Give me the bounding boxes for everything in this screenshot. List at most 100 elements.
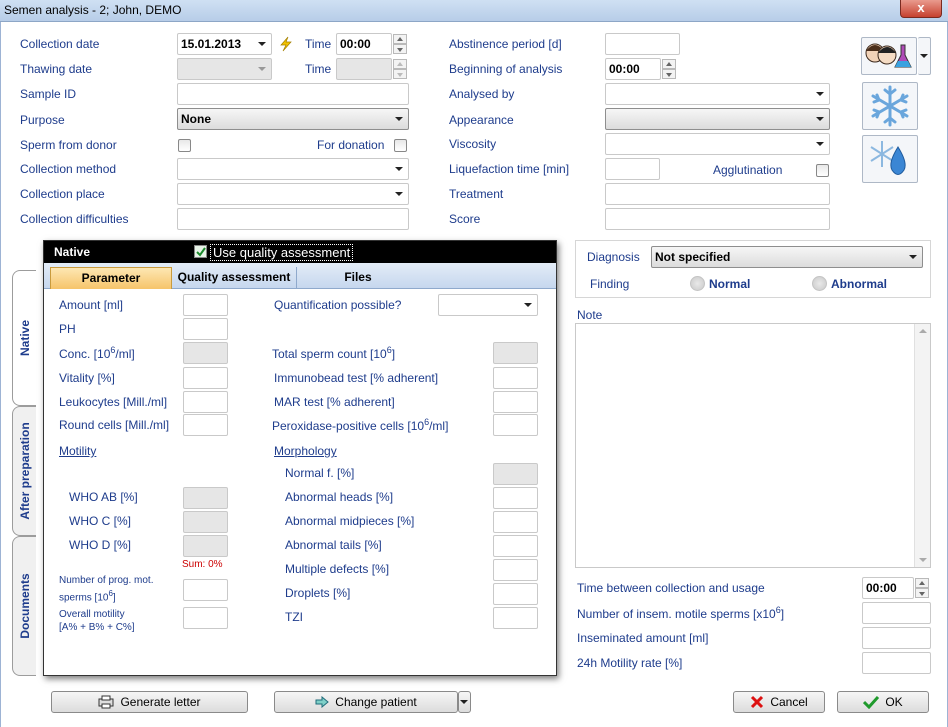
time-between-input[interactable]: 00:00 bbox=[862, 577, 914, 599]
tzi-input[interactable] bbox=[493, 607, 538, 629]
tab-native-label: Native bbox=[17, 319, 32, 357]
normal-forms-input[interactable] bbox=[493, 463, 538, 485]
collection-date-label: Collection date bbox=[20, 37, 100, 51]
amount-input[interactable] bbox=[183, 294, 228, 316]
sample-id-input[interactable] bbox=[177, 83, 409, 105]
cancel-button[interactable]: Cancel bbox=[733, 691, 825, 713]
liquefaction-label: Liquefaction time [min] bbox=[449, 162, 570, 176]
droplets-label: Droplets [%] bbox=[285, 586, 351, 600]
who-c-input[interactable] bbox=[183, 511, 228, 533]
who-ab-input[interactable] bbox=[183, 487, 228, 509]
arrow-right-icon bbox=[315, 696, 330, 708]
agglutination-checkbox[interactable] bbox=[816, 164, 829, 177]
immunobead-label: Immunobead test [% adherent] bbox=[274, 371, 439, 385]
note-scrollbar[interactable] bbox=[914, 324, 930, 567]
who-d-input[interactable] bbox=[183, 535, 228, 557]
total-sperm-input[interactable] bbox=[493, 342, 538, 364]
collection-place-select[interactable] bbox=[177, 183, 409, 205]
sperm-from-donor-checkbox[interactable] bbox=[178, 139, 191, 152]
change-patient-button[interactable]: Change patient bbox=[274, 691, 458, 713]
motility-rate-input[interactable] bbox=[862, 652, 931, 674]
freeze-button[interactable] bbox=[862, 82, 918, 130]
overall-motility-input[interactable] bbox=[183, 607, 228, 629]
for-donation-label: For donation bbox=[317, 138, 385, 152]
insem-amount-input[interactable] bbox=[862, 627, 931, 649]
who-ab-label: WHO AB [%] bbox=[69, 490, 138, 504]
ph-input[interactable] bbox=[183, 318, 228, 340]
cancel-label: Cancel bbox=[770, 695, 808, 709]
collection-method-select[interactable] bbox=[177, 158, 409, 180]
beginning-time-input[interactable]: 00:00 bbox=[605, 58, 661, 80]
appearance-select[interactable] bbox=[605, 108, 830, 130]
scroll-up-icon[interactable] bbox=[919, 329, 927, 333]
multiple-defects-input[interactable] bbox=[493, 559, 538, 581]
collection-date-picker[interactable]: 15.01.2013 bbox=[177, 33, 272, 55]
beginning-time-spinner[interactable] bbox=[662, 59, 676, 79]
change-patient-dropdown[interactable] bbox=[458, 691, 471, 713]
peroxidase-input[interactable] bbox=[493, 414, 538, 436]
tab-native[interactable]: Native bbox=[12, 270, 36, 406]
collection-difficulties-input[interactable] bbox=[177, 208, 409, 230]
collection-time-label: Time bbox=[305, 37, 332, 51]
leukocytes-input[interactable] bbox=[183, 391, 228, 413]
thawing-time-spinner[interactable] bbox=[393, 59, 407, 79]
tab-parameter[interactable]: Parameter bbox=[50, 267, 172, 289]
vitality-input[interactable] bbox=[183, 367, 228, 389]
lightning-icon[interactable] bbox=[278, 36, 294, 52]
quant-select[interactable] bbox=[438, 294, 538, 316]
thawing-date-label: Thawing date bbox=[20, 62, 93, 76]
mar-input[interactable] bbox=[493, 391, 538, 413]
finding-normal-radio[interactable] bbox=[690, 276, 705, 291]
abnormal-tails-input[interactable] bbox=[493, 535, 538, 557]
collection-time-input[interactable]: 00:00 bbox=[336, 33, 392, 55]
abstinence-input[interactable] bbox=[605, 33, 680, 55]
abnormal-midpieces-input[interactable] bbox=[493, 511, 538, 533]
abnormal-heads-input[interactable] bbox=[493, 487, 538, 509]
viscosity-select[interactable] bbox=[605, 133, 830, 155]
abstinence-label: Abstinence period [d] bbox=[449, 37, 562, 51]
panel-header: Native Use quality assessment bbox=[44, 241, 556, 263]
diagnosis-select[interactable]: Not specified bbox=[651, 246, 923, 268]
diagnosis-value: Not specified bbox=[655, 250, 731, 264]
thawing-time-input[interactable] bbox=[336, 58, 392, 80]
thawing-date-picker[interactable] bbox=[177, 58, 272, 80]
tab-after-preparation[interactable]: After preparation bbox=[12, 406, 36, 536]
tab-files[interactable]: Files bbox=[297, 267, 419, 289]
conc-input[interactable] bbox=[183, 342, 228, 364]
abnormal-heads-label: Abnormal heads [%] bbox=[285, 490, 394, 504]
collection-time-spinner[interactable] bbox=[393, 34, 407, 54]
checkmark-icon bbox=[196, 247, 206, 257]
insem-motile-input[interactable] bbox=[862, 602, 931, 624]
lab-tools-dropdown[interactable] bbox=[918, 37, 931, 75]
score-input[interactable] bbox=[605, 208, 830, 230]
analysed-by-select[interactable] bbox=[605, 83, 830, 105]
prog-mot-input[interactable] bbox=[183, 579, 228, 601]
finding-abnormal-label: Abnormal bbox=[831, 277, 888, 291]
use-quality-checkbox[interactable] bbox=[194, 245, 207, 258]
scroll-down-icon[interactable] bbox=[919, 558, 927, 562]
treatment-input[interactable] bbox=[605, 183, 830, 205]
purpose-select[interactable]: None bbox=[177, 108, 409, 130]
round-cells-input[interactable] bbox=[183, 414, 228, 436]
tab-quality-assessment[interactable]: Quality assessment bbox=[172, 267, 297, 289]
analysed-by-label: Analysed by bbox=[449, 87, 515, 101]
thaw-drop-icon bbox=[870, 141, 906, 175]
generate-letter-button[interactable]: Generate letter bbox=[51, 691, 248, 713]
appearance-label: Appearance bbox=[449, 113, 514, 127]
finding-abnormal-radio[interactable] bbox=[812, 276, 827, 291]
liquefaction-input[interactable] bbox=[605, 158, 660, 180]
tab-documents[interactable]: Documents bbox=[12, 536, 36, 676]
lab-people-icon bbox=[865, 43, 912, 68]
thaw-button[interactable] bbox=[862, 135, 918, 183]
lab-tools-button[interactable] bbox=[861, 37, 917, 75]
immunobead-input[interactable] bbox=[493, 367, 538, 389]
droplets-input[interactable] bbox=[493, 583, 538, 605]
note-textarea[interactable] bbox=[575, 323, 931, 568]
motility-heading: Motility bbox=[59, 444, 97, 458]
for-donation-checkbox[interactable] bbox=[394, 139, 407, 152]
time-between-spinner[interactable] bbox=[915, 578, 929, 598]
close-button[interactable]: x bbox=[900, 0, 942, 18]
ok-button[interactable]: OK bbox=[837, 691, 929, 713]
agglutination-label: Agglutination bbox=[713, 163, 783, 177]
tzi-label: TZI bbox=[285, 610, 303, 624]
